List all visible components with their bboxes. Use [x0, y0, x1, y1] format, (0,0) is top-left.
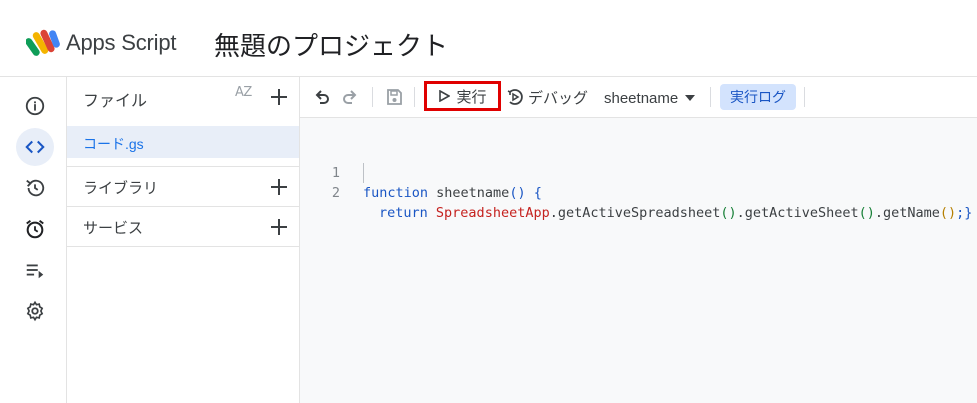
code-token: return: [379, 205, 428, 221]
section-divider: [67, 246, 299, 247]
save-icon: [387, 89, 402, 105]
debug-icon: [507, 89, 523, 105]
line-number: 2: [331, 185, 340, 201]
code-token: (): [939, 205, 957, 221]
app-brand[interactable]: Apps Script: [66, 30, 176, 56]
history-icon: [26, 179, 45, 197]
undo-button[interactable]: [312, 87, 332, 107]
code-text: return SpreadsheetApp.getActiveSpreadshe…: [379, 203, 972, 223]
redo-button[interactable]: [340, 87, 360, 107]
rail-history-button[interactable]: [16, 169, 54, 207]
toolbar-divider: [710, 87, 711, 107]
play-icon: [439, 90, 451, 102]
apps-script-logo-icon[interactable]: [26, 27, 60, 57]
alarm-icon: [26, 219, 44, 239]
rail-overview-button[interactable]: [16, 87, 54, 125]
project-title[interactable]: 無題のプロジェクト: [214, 26, 448, 63]
file-panel: ファイル AZ コード.gs ライブラリ サービス: [67, 77, 300, 403]
add-file-plus-icon[interactable]: [269, 87, 289, 107]
execution-log-label: 実行ログ: [730, 89, 786, 105]
execution-log-button[interactable]: 実行ログ: [720, 84, 796, 110]
code-icon: [25, 140, 45, 154]
rail-settings-button[interactable]: [16, 292, 54, 330]
indent-guide: [363, 163, 364, 183]
code-token: .getActiveSheet: [736, 205, 859, 221]
function-select-value: sheetname: [604, 89, 679, 107]
code-token: (): [509, 185, 526, 201]
code-token: .getName: [874, 205, 940, 221]
toolbar-divider: [414, 87, 415, 107]
files-header: ファイル AZ: [67, 77, 299, 117]
caret-down-icon: [685, 95, 696, 101]
run-button[interactable]: 実行: [424, 81, 501, 111]
executions-icon: [26, 264, 44, 279]
code-token: ;}: [956, 205, 973, 221]
toolbar-divider: [372, 87, 373, 107]
add-library-plus-icon[interactable]: [269, 177, 289, 197]
code-token: function: [363, 185, 429, 201]
function-select[interactable]: sheetname: [604, 88, 696, 108]
services-row[interactable]: サービス: [67, 206, 299, 247]
code-token: {: [525, 185, 542, 201]
libraries-row[interactable]: ライブラリ: [67, 166, 299, 207]
file-item-code-gs[interactable]: コード.gs: [67, 126, 299, 158]
editor-area: 実行 デバッグ sheetname 実行ログ 1 function sheetn…: [300, 77, 977, 403]
save-button[interactable]: [384, 87, 404, 107]
info-icon: [25, 96, 45, 116]
editor-toolbar: 実行 デバッグ sheetname 実行ログ: [300, 77, 977, 118]
rail-triggers-button[interactable]: [16, 210, 54, 248]
services-label: サービス: [83, 220, 144, 237]
code-token: SpreadsheetApp: [435, 205, 550, 221]
code-editor[interactable]: 1 function sheetname() { 2 return Spread…: [300, 143, 977, 221]
left-rail: [0, 77, 67, 403]
code-line: 2 return SpreadsheetApp.getActiveSpreads…: [300, 163, 973, 221]
app-header: Apps Script 無題のプロジェクト: [0, 0, 977, 77]
libraries-label: ライブラリ: [83, 180, 159, 197]
code-line: 1 function sheetname() {: [300, 143, 542, 201]
rail-executions-button[interactable]: [16, 251, 54, 289]
gear-icon: [26, 300, 44, 322]
toolbar-divider: [804, 87, 805, 107]
debug-button[interactable]: デバッグ: [506, 86, 588, 108]
sort-az-icon[interactable]: AZ: [235, 85, 257, 109]
code-token: (): [720, 205, 737, 221]
run-label: 実行: [456, 88, 487, 106]
rail-editor-button[interactable]: [16, 128, 54, 166]
file-item-label: コード.gs: [83, 136, 144, 152]
code-token: (): [858, 205, 875, 221]
redo-icon: [343, 90, 357, 104]
add-service-plus-icon[interactable]: [269, 217, 289, 237]
sort-az-label: AZ: [235, 85, 252, 100]
debug-label: デバッグ: [528, 89, 589, 107]
code-token: .getActiveSpreadsheet: [549, 205, 721, 221]
code-text: function sheetname() {: [363, 183, 542, 203]
undo-icon: [315, 90, 329, 104]
files-title: ファイル: [83, 93, 148, 110]
code-token: sheetname: [428, 185, 510, 201]
